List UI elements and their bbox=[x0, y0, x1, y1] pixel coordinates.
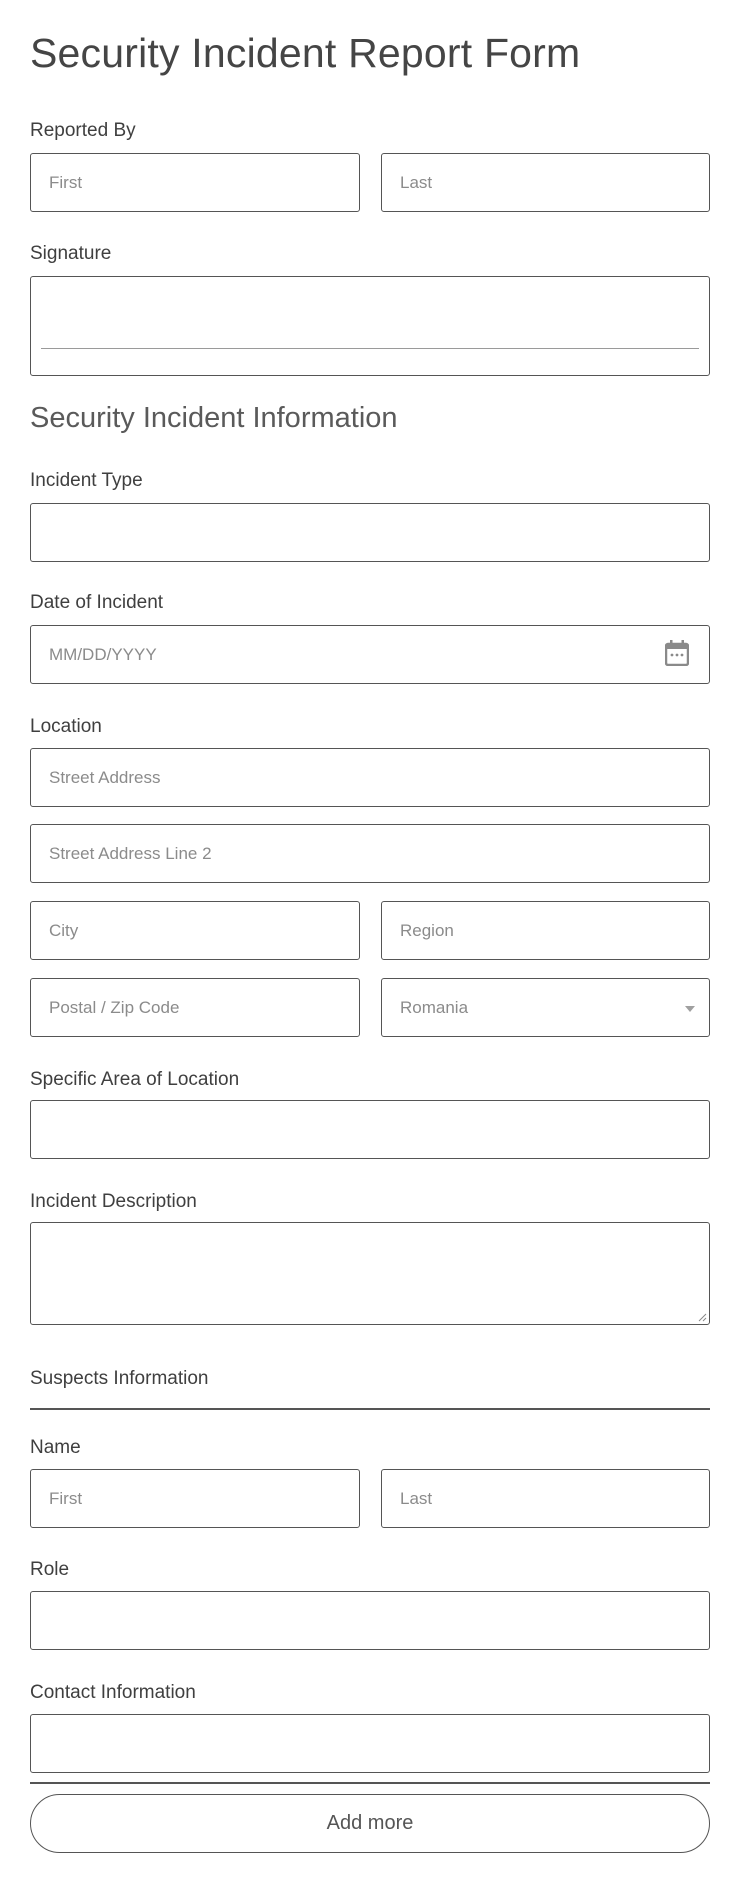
suspect-last-name-input[interactable]: Last bbox=[381, 1469, 710, 1528]
chevron-down-icon bbox=[685, 1006, 695, 1012]
postal-placeholder: Postal / Zip Code bbox=[49, 997, 180, 1017]
incident-type-label: Incident Type bbox=[30, 470, 143, 491]
city-placeholder: City bbox=[49, 920, 79, 940]
contact-information-input[interactable] bbox=[30, 1714, 710, 1773]
country-select[interactable]: Romania bbox=[381, 978, 710, 1037]
signature-line bbox=[41, 347, 699, 349]
date-input[interactable]: MM/DD/YYYY bbox=[30, 625, 710, 684]
last-placeholder: Last bbox=[400, 1488, 433, 1508]
date-label: Date of Incident bbox=[30, 592, 164, 613]
signature-label: Signature bbox=[30, 243, 112, 264]
incident-type-input[interactable] bbox=[30, 503, 710, 562]
last-placeholder: Last bbox=[400, 172, 433, 192]
country-selected: Romania bbox=[400, 997, 469, 1017]
specific-area-input[interactable] bbox=[30, 1100, 710, 1159]
section-heading-suspects: Suspects Information bbox=[30, 1368, 209, 1389]
first-placeholder: First bbox=[49, 1488, 83, 1508]
repeater-divider bbox=[30, 1782, 710, 1784]
city-input[interactable]: City bbox=[30, 901, 360, 960]
form-title: Security Incident Report Form bbox=[30, 30, 581, 76]
street-placeholder: Street Address bbox=[49, 767, 161, 787]
contact-information-label: Contact Information bbox=[30, 1682, 196, 1703]
postal-code-input[interactable]: Postal / Zip Code bbox=[30, 978, 360, 1037]
location-label: Location bbox=[30, 716, 102, 737]
region-input[interactable]: Region bbox=[381, 901, 710, 960]
reported-by-label: Reported By bbox=[30, 120, 136, 141]
specific-area-label: Specific Area of Location bbox=[30, 1069, 240, 1090]
first-placeholder: First bbox=[49, 172, 83, 192]
role-input[interactable] bbox=[30, 1591, 710, 1650]
reported-by-first-input[interactable]: First bbox=[30, 153, 360, 212]
street-address-line2-input[interactable]: Street Address Line 2 bbox=[30, 824, 710, 883]
incident-description-textarea[interactable] bbox=[30, 1222, 710, 1325]
suspect-first-name-input[interactable]: First bbox=[30, 1469, 360, 1528]
add-more-button[interactable]: Add more bbox=[30, 1794, 710, 1853]
suspect-name-label: Name bbox=[30, 1437, 81, 1458]
calendar-icon[interactable] bbox=[665, 640, 689, 666]
date-placeholder: MM/DD/YYYY bbox=[49, 644, 157, 664]
role-label: Role bbox=[30, 1559, 70, 1580]
region-placeholder: Region bbox=[400, 920, 454, 940]
resize-handle-icon[interactable] bbox=[697, 1312, 707, 1322]
suspects-divider bbox=[30, 1408, 710, 1410]
street-address-input[interactable]: Street Address bbox=[30, 748, 710, 807]
street2-placeholder: Street Address Line 2 bbox=[49, 843, 212, 863]
signature-pad[interactable] bbox=[30, 276, 710, 376]
section-heading-incident: Security Incident Information bbox=[30, 402, 398, 434]
reported-by-last-input[interactable]: Last bbox=[381, 153, 710, 212]
incident-description-label: Incident Description bbox=[30, 1191, 197, 1212]
